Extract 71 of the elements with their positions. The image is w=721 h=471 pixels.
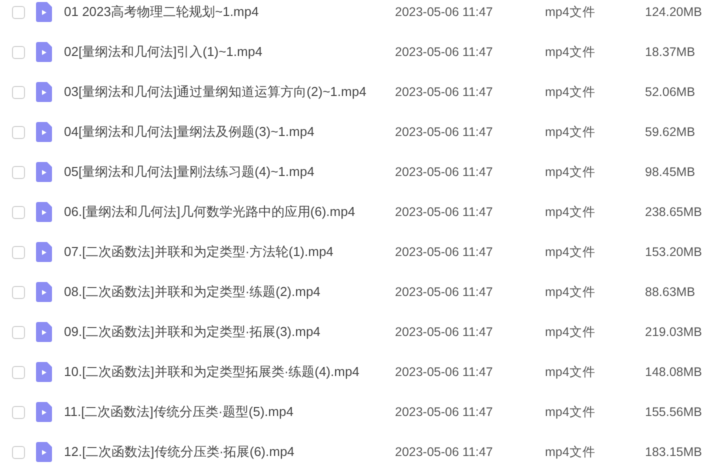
file-type: mp4文件 [545,244,596,261]
file-size: 98.45MB [645,164,696,181]
file-type: mp4文件 [545,204,596,221]
file-type: mp4文件 [545,44,596,61]
file-name[interactable]: 01 2023高考物理二轮规划~1.mp4 [64,2,384,22]
file-size: 155.56MB [645,404,702,421]
modified-date: 2023-05-06 11:47 [395,324,494,341]
file-type: mp4文件 [545,444,596,461]
checkbox[interactable] [12,126,24,138]
video-file-icon [36,42,52,62]
file-name[interactable]: 10.[二次函数法]并联和为定类型拓展类·练题(4).mp4 [64,362,384,382]
file-size: 59.62MB [645,124,696,141]
video-file-icon [36,282,52,302]
modified-date: 2023-05-06 11:47 [395,164,494,181]
video-file-icon [36,362,52,382]
modified-date: 2023-05-06 11:47 [395,244,494,261]
file-name[interactable]: 03[量纲法和几何法]通过量纲知道运算方向(2)~1.mp4 [64,82,384,102]
video-file-icon [36,122,52,142]
file-type: mp4文件 [545,164,596,181]
modified-date: 2023-05-06 11:47 [395,444,494,461]
file-type: mp4文件 [545,84,596,101]
video-file-icon [36,442,52,462]
checkbox[interactable] [12,286,24,298]
file-type: mp4文件 [545,124,596,141]
file-size: 153.20MB [645,244,702,261]
checkbox[interactable] [12,446,24,458]
checkbox[interactable] [12,246,24,258]
file-name[interactable]: 11.[二次函数法]传统分压类·题型(5).mp4 [64,402,384,422]
video-file-icon [36,402,52,422]
modified-date: 2023-05-06 11:47 [395,124,494,141]
file-size: 52.06MB [645,84,696,101]
checkbox[interactable] [12,406,24,418]
video-file-icon [36,242,52,262]
file-type: mp4文件 [545,404,596,421]
file-name[interactable]: 02[量纲法和几何法]引入(1)~1.mp4 [64,42,384,62]
video-file-icon [36,82,52,102]
checkbox[interactable] [12,326,24,338]
file-size: 124.20MB [645,4,702,21]
file-size: 148.08MB [645,364,702,381]
modified-date: 2023-05-06 11:47 [395,4,494,21]
modified-date: 2023-05-06 11:47 [395,204,494,221]
file-name[interactable]: 05[量纲法和几何法]量刚法练习题(4)~1.mp4 [64,162,384,182]
file-size: 183.15MB [645,444,702,461]
file-size: 219.03MB [645,324,702,341]
modified-date: 2023-05-06 11:47 [395,404,494,421]
modified-date: 2023-05-06 11:47 [395,44,494,61]
checkbox[interactable] [12,46,24,58]
video-file-icon [36,162,52,182]
file-size: 88.63MB [645,284,696,301]
file-name[interactable]: 12.[二次函数法]传统分压类·拓展(6).mp4 [64,442,384,462]
checkbox[interactable] [12,366,24,378]
checkbox[interactable] [12,86,24,98]
file-type: mp4文件 [545,324,596,341]
file-name[interactable]: 07.[二次函数法]并联和为定类型·方法轮(1).mp4 [64,242,384,262]
modified-date: 2023-05-06 11:47 [395,364,494,381]
file-name[interactable]: 06.[量纲法和几何法]几何数学光路中的应用(6).mp4 [64,202,384,222]
modified-date: 2023-05-06 11:47 [395,84,494,101]
file-size: 238.65MB [645,204,702,221]
file-size: 18.37MB [645,44,696,61]
modified-date: 2023-05-06 11:47 [395,284,494,301]
video-file-icon [36,202,52,222]
file-type: mp4文件 [545,4,596,21]
video-file-icon [36,322,52,342]
file-type: mp4文件 [545,284,596,301]
checkbox[interactable] [12,206,24,218]
checkbox[interactable] [12,6,24,18]
file-name[interactable]: 08.[二次函数法]并联和为定类型·练题(2).mp4 [64,282,384,302]
checkbox[interactable] [12,166,24,178]
file-type: mp4文件 [545,364,596,381]
file-name[interactable]: 09.[二次函数法]并联和为定类型·拓展(3).mp4 [64,322,384,342]
file-name[interactable]: 04[量纲法和几何法]量纲法及例题(3)~1.mp4 [64,122,384,142]
